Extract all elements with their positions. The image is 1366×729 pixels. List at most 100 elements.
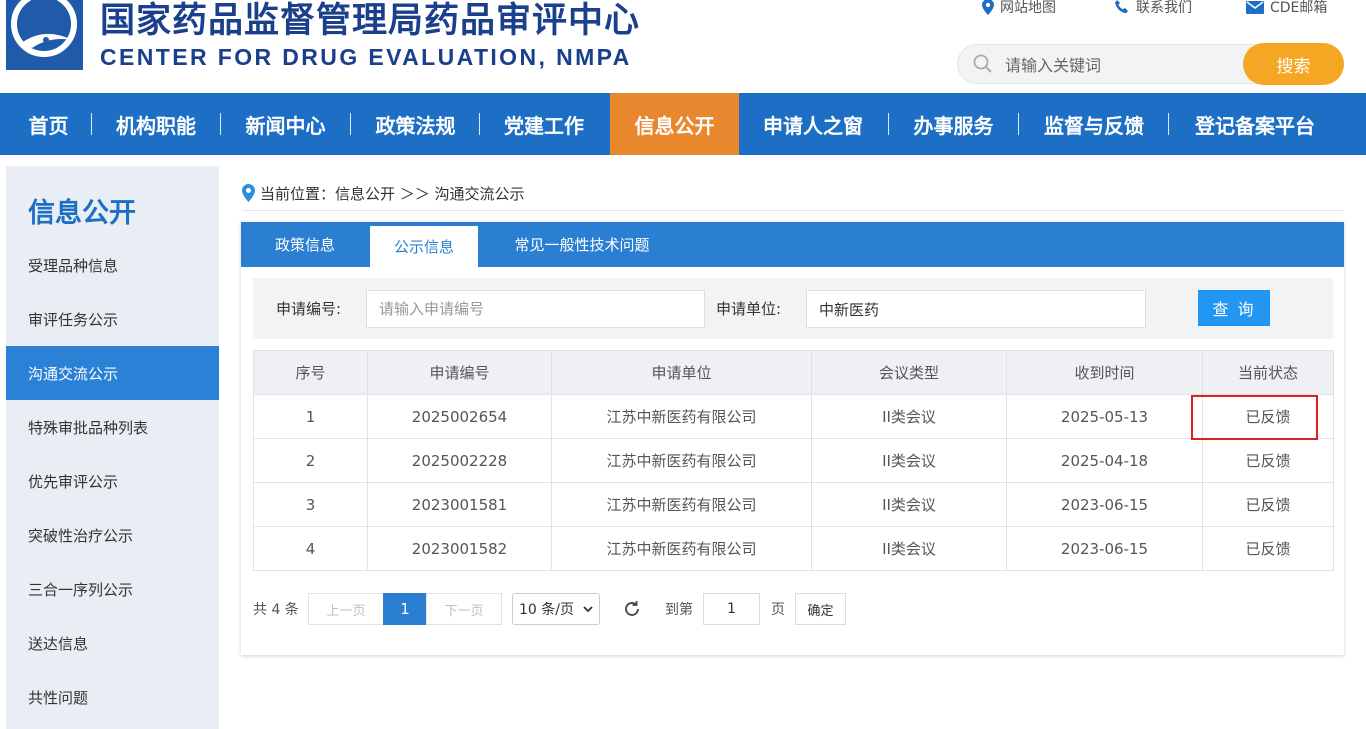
table-row[interactable]: 2 2025002228 江苏中新医药有限公司 II类会议 2025-04-18… — [253, 438, 1334, 483]
cell-index: 3 — [253, 482, 368, 527]
sitemap-link[interactable]: 网站地图 — [982, 0, 1056, 17]
pagination: 共 4 条 上一页 1 下一页 10 条/页 到第 1 页 确定 — [253, 592, 1333, 626]
nav-divider — [479, 113, 480, 135]
unit-label: 申请单位: — [716, 300, 782, 318]
search-icon — [973, 54, 993, 78]
sidebar-item-three-in-one[interactable]: 三合一序列公示 — [6, 562, 219, 616]
sidebar-item-special-approval[interactable]: 特殊审批品种列表 — [6, 400, 219, 454]
cell-received: 2025-04-18 — [1006, 438, 1203, 483]
tab-technical-issues[interactable]: 常见一般性技术问题 — [497, 222, 667, 267]
search-button[interactable]: 搜索 — [1243, 43, 1344, 85]
nav-item-supervision[interactable]: 监督与反馈 — [1028, 93, 1160, 155]
cell-status: 已反馈 — [1202, 438, 1334, 483]
nav-divider — [1168, 113, 1169, 135]
sidebar-item-accepted-varieties[interactable]: 受理品种信息 — [6, 238, 219, 292]
cell-received: 2023-06-15 — [1006, 482, 1203, 527]
unit-input[interactable] — [806, 290, 1146, 328]
nav-item-registration[interactable]: 登记备案平台 — [1178, 93, 1332, 155]
site-title-en: CENTER FOR DRUG EVALUATION, NMPA — [100, 44, 632, 70]
app-no-input[interactable] — [366, 290, 705, 328]
nav-divider — [1018, 113, 1019, 135]
table-row[interactable]: 1 2025002654 江苏中新医药有限公司 II类会议 2025-05-13… — [253, 394, 1334, 439]
results-table: 序号 申请编号 申请单位 会议类型 收到时间 当前状态 1 2025002654… — [253, 350, 1334, 571]
col-header-app-no: 申请编号 — [367, 350, 552, 395]
breadcrumb: 当前位置：信息公开 ＞＞ 沟通交流公示 — [242, 181, 525, 205]
breadcrumb-divider — [242, 210, 1344, 211]
cell-unit: 江苏中新医药有限公司 — [551, 438, 812, 483]
phone-icon — [1114, 0, 1130, 15]
location-pin-icon — [242, 184, 255, 202]
next-page-button[interactable]: 下一页 — [426, 593, 502, 625]
nav-divider — [350, 113, 351, 135]
goto-page-input[interactable]: 1 — [703, 593, 760, 625]
cell-received: 2025-05-13 — [1006, 394, 1203, 439]
cell-unit: 江苏中新医药有限公司 — [551, 394, 812, 439]
nav-item-applicant[interactable]: 申请人之窗 — [746, 93, 880, 155]
sidebar-item-communication[interactable]: 沟通交流公示 — [6, 346, 219, 400]
sidebar: 信息公开 受理品种信息 审评任务公示 沟通交流公示 特殊审批品种列表 优先审评公… — [6, 166, 219, 729]
tab-public-info[interactable]: 公示信息 — [370, 226, 478, 267]
nav-item-party[interactable]: 党建工作 — [489, 93, 599, 155]
filter-bar: 申请编号: 申请单位: 查 询 — [253, 278, 1333, 339]
cell-unit: 江苏中新医药有限公司 — [551, 482, 812, 527]
nav-item-services[interactable]: 办事服务 — [898, 93, 1009, 155]
cell-unit: 江苏中新医药有限公司 — [551, 526, 812, 571]
contact-link[interactable]: 联系我们 — [1114, 0, 1192, 17]
nav-item-functions[interactable]: 机构职能 — [100, 93, 212, 155]
cell-app-no: 2025002654 — [367, 394, 552, 439]
contact-label: 联系我们 — [1136, 0, 1192, 16]
tab-policy-info[interactable]: 政策信息 — [259, 222, 351, 267]
cde-logo[interactable] — [6, 0, 83, 70]
app-no-label: 申请编号: — [276, 300, 342, 318]
goto-confirm-button[interactable]: 确定 — [795, 593, 846, 625]
nav-divider — [91, 113, 92, 135]
cell-status: 已反馈 — [1202, 526, 1334, 571]
content-panel: 政策信息 公示信息 常见一般性技术问题 申请编号: 申请单位: 查 询 序号 申… — [241, 222, 1344, 655]
cell-meeting-type: II类会议 — [811, 526, 1007, 571]
cell-meeting-type: II类会议 — [811, 438, 1007, 483]
search-input[interactable] — [1003, 52, 1233, 78]
nav-divider — [220, 113, 221, 135]
sidebar-item-common-issues[interactable]: 共性问题 — [6, 670, 219, 724]
cell-received: 2023-06-15 — [1006, 526, 1203, 571]
sidebar-title: 信息公开 — [28, 198, 136, 229]
cde-mail-link[interactable]: CDE邮箱 — [1246, 0, 1327, 17]
breadcrumb-text: 当前位置：信息公开 ＞＞ 沟通交流公示 — [260, 184, 525, 203]
cell-status: 已反馈 — [1202, 394, 1334, 439]
page-size-select[interactable]: 10 条/页 — [512, 593, 600, 625]
table-header-row: 序号 申请编号 申请单位 会议类型 收到时间 当前状态 — [253, 350, 1334, 395]
nav-item-policy[interactable]: 政策法规 — [360, 93, 471, 155]
sitemap-label: 网站地图 — [1000, 0, 1056, 16]
cell-app-no: 2023001582 — [367, 526, 552, 571]
table-row[interactable]: 3 2023001581 江苏中新医药有限公司 II类会议 2023-06-15… — [253, 482, 1334, 527]
cell-app-no: 2023001581 — [367, 482, 552, 527]
prev-page-button[interactable]: 上一页 — [308, 593, 384, 625]
tab-bar: 政策信息 公示信息 常见一般性技术问题 — [241, 222, 1344, 267]
goto-label: 到第 — [665, 602, 693, 618]
cell-meeting-type: II类会议 — [811, 394, 1007, 439]
sidebar-item-review-tasks[interactable]: 审评任务公示 — [6, 292, 219, 346]
query-button[interactable]: 查 询 — [1198, 290, 1270, 326]
sidebar-item-breakthrough[interactable]: 突破性治疗公示 — [6, 508, 219, 562]
col-header-received: 收到时间 — [1006, 350, 1203, 395]
sidebar-item-delivery[interactable]: 送达信息 — [6, 616, 219, 670]
col-header-status: 当前状态 — [1202, 350, 1334, 395]
nav-item-info-public[interactable]: 信息公开 — [610, 93, 739, 155]
table-row[interactable]: 4 2023001582 江苏中新医药有限公司 II类会议 2023-06-15… — [253, 526, 1334, 571]
col-header-unit: 申请单位 — [551, 350, 812, 395]
mail-icon — [1246, 0, 1264, 14]
sidebar-item-priority-review[interactable]: 优先审评公示 — [6, 454, 219, 508]
cell-meeting-type: II类会议 — [811, 482, 1007, 527]
cell-index: 2 — [253, 438, 368, 483]
map-pin-icon — [982, 0, 994, 15]
cell-status: 已反馈 — [1202, 482, 1334, 527]
main-nav: 首页 机构职能 新闻中心 政策法规 党建工作 信息公开 申请人之窗 办事服务 监… — [0, 93, 1366, 155]
nav-item-home[interactable]: 首页 — [14, 93, 83, 155]
nav-item-news[interactable]: 新闻中心 — [230, 93, 341, 155]
site-header: 国家药品监督管理局药品审评中心 CENTER FOR DRUG EVALUATI… — [0, 0, 1366, 93]
refresh-icon[interactable] — [621, 593, 643, 625]
site-title-cn: 国家药品监督管理局药品审评中心 — [100, 1, 641, 41]
nav-divider — [888, 113, 889, 135]
col-header-meeting-type: 会议类型 — [811, 350, 1007, 395]
page-1-button[interactable]: 1 — [383, 593, 427, 625]
